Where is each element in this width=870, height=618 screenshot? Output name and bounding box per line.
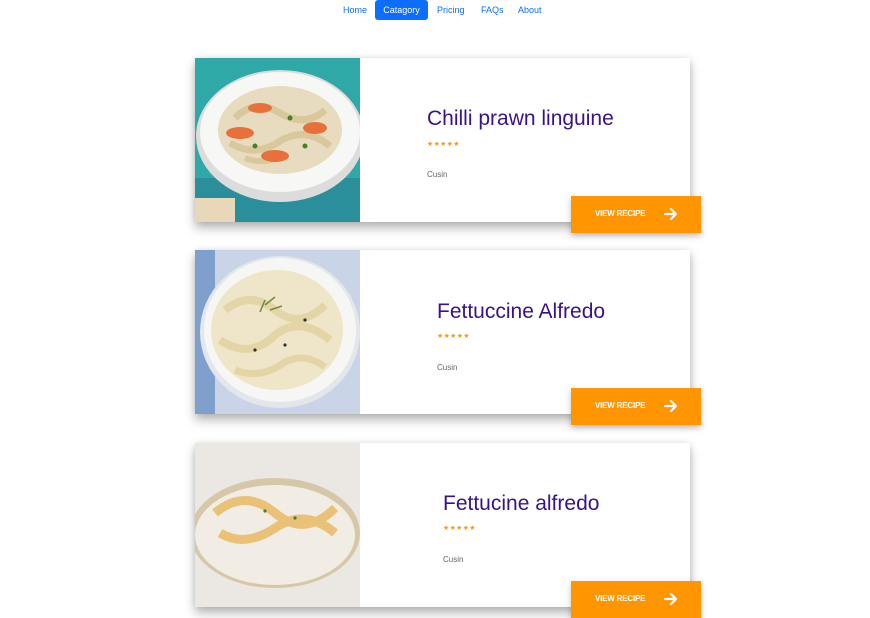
top-nav: Home Catagory Pricing FAQs About xyxy=(0,0,870,22)
nav-home[interactable]: Home xyxy=(343,0,367,20)
view-recipe-button[interactable]: VIEW RECIPE xyxy=(571,388,701,425)
nav-faqs[interactable]: FAQs xyxy=(481,0,504,20)
arrow-right-icon xyxy=(663,399,678,415)
nav-catagory[interactable]: Catagory xyxy=(375,0,428,20)
view-recipe-label: VIEW RECIPE xyxy=(595,401,646,410)
view-recipe-label: VIEW RECIPE xyxy=(595,594,646,603)
rating-stars: ★★★★★ xyxy=(427,141,460,148)
view-recipe-button[interactable]: VIEW RECIPE xyxy=(571,581,701,618)
nav-about[interactable]: About xyxy=(518,0,542,20)
recipe-title[interactable]: Fettuccine Alfredo xyxy=(437,300,605,324)
recipe-title[interactable]: Chilli prawn linguine xyxy=(427,107,614,131)
recipe-cuisine: Cusin xyxy=(443,555,464,564)
recipe-image xyxy=(195,443,360,607)
rating-stars: ★★★★★ xyxy=(443,525,476,532)
view-recipe-label: VIEW RECIPE xyxy=(595,209,646,218)
arrow-right-icon xyxy=(663,207,678,223)
recipe-title[interactable]: Fettucine alfredo xyxy=(443,492,599,516)
recipe-cuisine: Cusin xyxy=(427,170,448,179)
recipe-image xyxy=(195,250,360,414)
recipe-cuisine: Cusin xyxy=(437,363,458,372)
nav-pricing[interactable]: Pricing xyxy=(437,0,465,20)
rating-stars: ★★★★★ xyxy=(437,333,470,340)
recipe-image xyxy=(195,58,360,222)
view-recipe-button[interactable]: VIEW RECIPE xyxy=(571,196,701,233)
arrow-right-icon xyxy=(663,592,678,608)
